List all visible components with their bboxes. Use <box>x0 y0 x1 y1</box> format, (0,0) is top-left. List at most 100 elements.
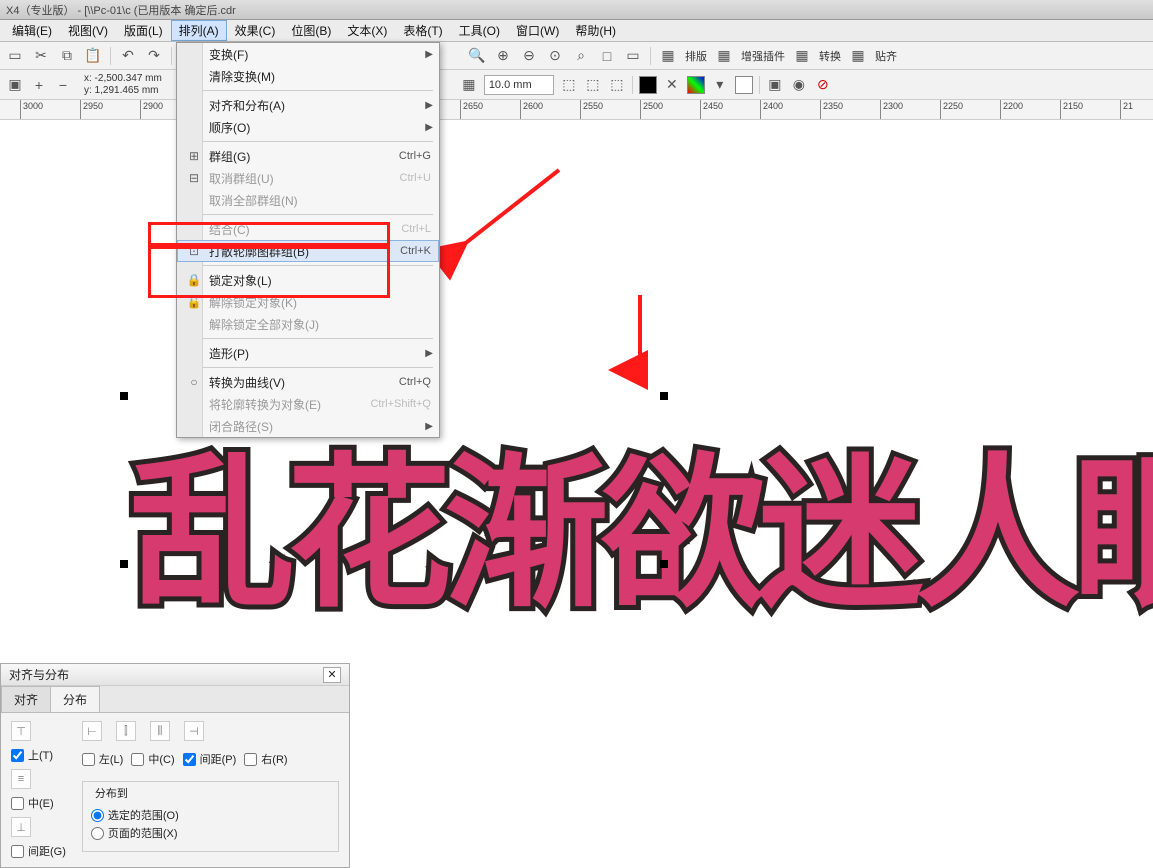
dist-right-check[interactable] <box>244 753 257 766</box>
vertical-distribute-column: ⊤ 上(T) ≡ 中(E) ⊥ 间距(G) <box>11 721 66 859</box>
canvas[interactable]: 乱花渐欲迷人眼 <box>0 120 1153 700</box>
gradient-swatch[interactable] <box>687 76 705 94</box>
copy-icon[interactable]: ⧉ <box>58 47 76 65</box>
layout-label[interactable]: 排版 <box>685 48 707 64</box>
dropdown-icon[interactable]: ▾ <box>711 76 729 94</box>
menu-3[interactable]: 排列(A) <box>171 20 227 41</box>
anchor-icon[interactable]: ▣ <box>6 76 24 94</box>
dist-vspace-icon[interactable]: ⊥ <box>11 817 31 837</box>
dist-top-icon[interactable]: ⊤ <box>11 721 31 741</box>
menu-0[interactable]: 编辑(E) <box>4 20 60 41</box>
convert-label[interactable]: 转换 <box>819 48 841 64</box>
selection-handle[interactable] <box>120 560 128 568</box>
property-bar: ▣ + − x: -2,500.347 mm y: 1,291.465 mm ▦… <box>0 70 1153 100</box>
menu-item[interactable]: 对齐和分布(A)▶ <box>177 94 439 116</box>
dist-vmid-icon[interactable]: ≡ <box>11 769 31 789</box>
zoom-out-icon[interactable]: ⊖ <box>520 47 538 65</box>
unit-icon[interactable]: ▦ <box>460 76 478 94</box>
menu-9[interactable]: 窗口(W) <box>508 20 567 41</box>
radio-selection-range[interactable] <box>91 809 104 822</box>
close-button[interactable]: ✕ <box>323 667 341 683</box>
paste-icon[interactable]: 📋 <box>84 47 102 65</box>
open-icon[interactable]: ✂ <box>32 47 50 65</box>
dist-hmid-check[interactable] <box>131 753 144 766</box>
menu-item: 结合(C)Ctrl+L <box>177 218 439 240</box>
tab-distribute[interactable]: 分布 <box>50 686 100 712</box>
zoom-page-icon[interactable]: ⊙ <box>546 47 564 65</box>
menu-item[interactable]: 顺序(O)▶ <box>177 116 439 138</box>
menubar: 编辑(E)视图(V)版面(L)排列(A)效果(C)位图(B)文本(X)表格(T)… <box>0 20 1153 42</box>
undo-icon[interactable]: ↶ <box>119 47 137 65</box>
window-title: X4（专业版） - [\\Pc-01\c (已用版本 确定后.cdr <box>6 2 236 18</box>
menu-item[interactable]: 变换(F)▶ <box>177 43 439 65</box>
zoom-all-icon[interactable]: □ <box>598 47 616 65</box>
outline-swatch[interactable] <box>735 76 753 94</box>
radio-page-range[interactable] <box>91 827 104 840</box>
dist-vspace-check[interactable] <box>11 845 24 858</box>
menu-item[interactable]: ⊞群组(G)Ctrl+G <box>177 145 439 167</box>
effect2-icon[interactable]: ◉ <box>790 76 808 94</box>
snap-icon[interactable]: ▦ <box>849 47 867 65</box>
menu-5[interactable]: 位图(B) <box>283 20 339 41</box>
dist-hspace-check[interactable] <box>183 753 196 766</box>
zoom-sel-icon[interactable]: ⌕ <box>572 47 590 65</box>
standard-toolbar: ▭ ✂ ⧉ 📋 ↶ ↷ 🔍 ⊕ ⊖ ⊙ ⌕ □ ▭ ▦ 排版 ▦ 增强插件 ▦ … <box>0 42 1153 70</box>
dist-left-icon[interactable]: ⊢ <box>82 721 102 741</box>
menu-item[interactable]: ○转换为曲线(V)Ctrl+Q <box>177 371 439 393</box>
menu-2[interactable]: 版面(L) <box>116 20 171 41</box>
menu-7[interactable]: 表格(T) <box>395 20 450 41</box>
menu-10[interactable]: 帮助(H) <box>567 20 624 41</box>
coord-y: y: 1,291.465 mm <box>84 85 162 97</box>
dist-top-check[interactable] <box>11 749 24 762</box>
plus-icon[interactable]: + <box>30 76 48 94</box>
menu-item: ⊟取消群组(U)Ctrl+U <box>177 167 439 189</box>
menu-item: 解除锁定全部对象(J) <box>177 313 439 335</box>
menu-8[interactable]: 工具(O) <box>451 20 508 41</box>
dup-y-icon[interactable]: ⬚ <box>584 76 602 94</box>
pan-icon[interactable]: ▭ <box>624 47 642 65</box>
minus-icon[interactable]: − <box>54 76 72 94</box>
menu-item: 取消全部群组(N) <box>177 189 439 211</box>
dist-hspace-icon[interactable]: ⫼ <box>150 721 170 741</box>
dist-right-icon[interactable]: ⊣ <box>184 721 204 741</box>
effect1-icon[interactable]: ▣ <box>766 76 784 94</box>
fill-swatch[interactable] <box>639 76 657 94</box>
arrange-menu-dropdown: 变换(F)▶清除变换(M) 对齐和分布(A)▶顺序(O)▶ ⊞群组(G)Ctrl+G… <box>176 42 440 438</box>
dialog-tabs: 对齐 分布 <box>1 686 349 713</box>
tab-align[interactable]: 对齐 <box>1 686 51 712</box>
horizontal-ruler: 3000295029002650260025502500245024002350… <box>0 100 1153 120</box>
convert-icon[interactable]: ▦ <box>793 47 811 65</box>
dist-left-check[interactable] <box>82 753 95 766</box>
zoom-in-icon[interactable]: 🔍 <box>468 47 486 65</box>
selection-handle[interactable] <box>660 560 668 568</box>
window-titlebar: X4（专业版） - [\\Pc-01\c (已用版本 确定后.cdr <box>0 0 1153 20</box>
dup-z-icon[interactable]: ⬚ <box>608 76 626 94</box>
nosign-icon[interactable]: ⊘ <box>814 76 832 94</box>
layout-icon[interactable]: ▦ <box>659 47 677 65</box>
plugin-icon[interactable]: ▦ <box>715 47 733 65</box>
coord-x: x: -2,500.347 mm <box>84 73 162 85</box>
annotation-arrow <box>620 290 660 390</box>
menu-item[interactable]: 🔒锁定对象(L) <box>177 269 439 291</box>
menu-1[interactable]: 视图(V) <box>60 20 116 41</box>
menu-item[interactable]: 造形(P)▶ <box>177 342 439 364</box>
dist-vmid-check[interactable] <box>11 797 24 810</box>
distribute-to-fieldset: 分布到 选定的范围(O) 页面的范围(X) <box>82 781 339 852</box>
fill-x-icon[interactable]: ✕ <box>663 76 681 94</box>
menu-item: 🔓解除锁定对象(K) <box>177 291 439 313</box>
new-icon[interactable]: ▭ <box>6 47 24 65</box>
dist-hmid-icon[interactable]: ⫿ <box>116 721 136 741</box>
dup-x-icon[interactable]: ⬚ <box>560 76 578 94</box>
menu-4[interactable]: 效果(C) <box>227 20 284 41</box>
menu-item[interactable]: 清除变换(M) <box>177 65 439 87</box>
snap-label[interactable]: 贴齐 <box>875 48 897 64</box>
menu-item[interactable]: ⊡打散轮廓图群组(B)Ctrl+K <box>177 240 439 262</box>
zoom-fit-icon[interactable]: ⊕ <box>494 47 512 65</box>
redo-icon[interactable]: ↷ <box>145 47 163 65</box>
menu-6[interactable]: 文本(X) <box>339 20 395 41</box>
plugin-label[interactable]: 增强插件 <box>741 48 785 64</box>
dialog-title: 对齐与分布 <box>9 666 69 683</box>
nudge-input[interactable]: 10.0 mm <box>484 75 554 95</box>
selection-handle[interactable] <box>660 392 668 400</box>
selection-handle[interactable] <box>120 392 128 400</box>
